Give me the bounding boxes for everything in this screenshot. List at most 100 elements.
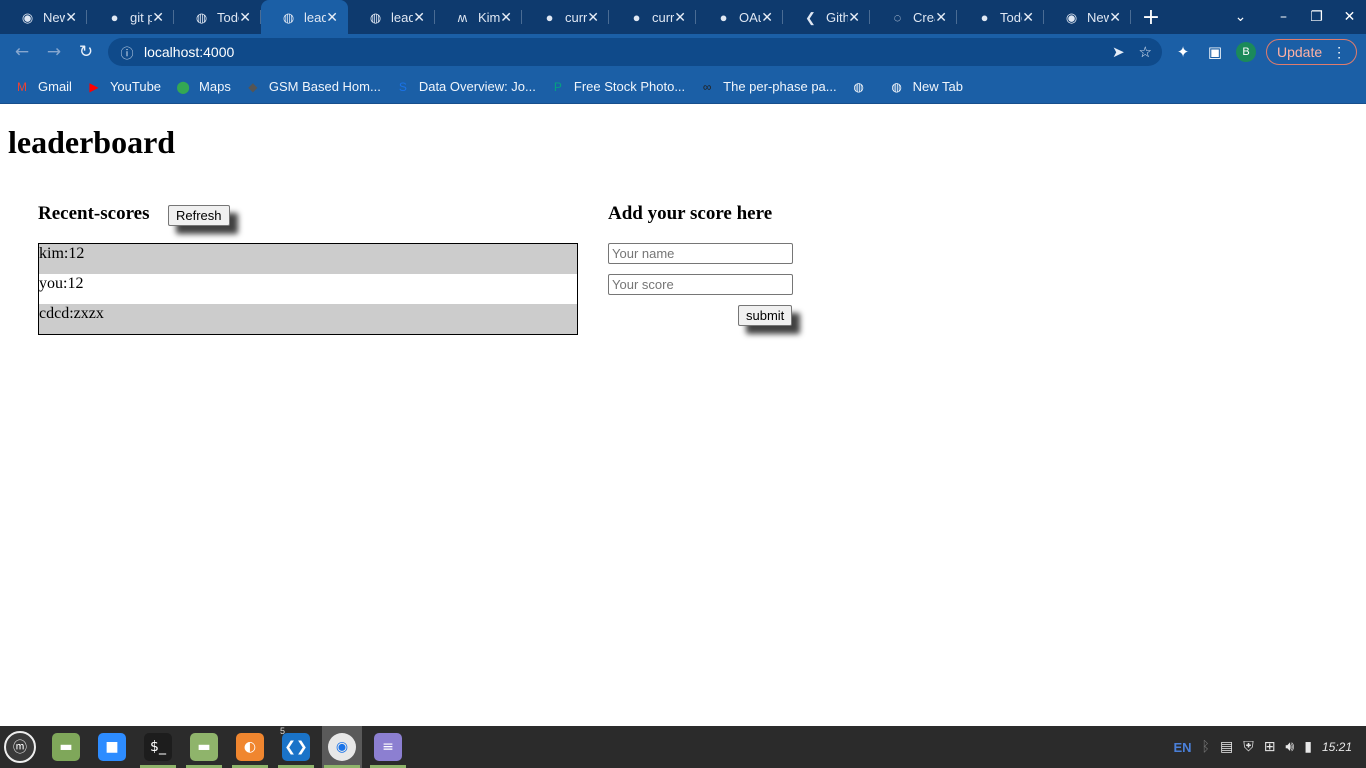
browser-tab[interactable]: ● Todo✕ (957, 0, 1044, 34)
folder-icon: ▬ (190, 733, 218, 761)
menu-kebab-icon: ⋮ (1332, 43, 1347, 60)
tab-close-icon[interactable]: ✕ (152, 9, 164, 26)
side-panel-icon[interactable]: ▣ (1204, 43, 1226, 61)
tab-search-icon[interactable]: ⌄ (1224, 9, 1257, 25)
bookmark-item[interactable]: P Free Stock Photo... (550, 79, 685, 95)
gmail-icon: M (17, 79, 27, 94)
bookmarks-bar: M Gmail ▶ YouTube ⬤ Maps ◆ GSM Based Hom... S Dat… (0, 70, 1366, 104)
taskbar-terminal[interactable]: $_ (138, 726, 178, 768)
window-controls: ⌄ – ❐ ✕ (1224, 0, 1366, 34)
browser-tab[interactable]: ● curr ✕ (522, 0, 609, 34)
tab-title: Kimi (478, 9, 501, 25)
tab-close-icon[interactable]: ✕ (239, 9, 251, 26)
battery-icon[interactable]: ▮ (1304, 739, 1312, 755)
browser-tab[interactable]: ● OAuth✕ (696, 0, 783, 34)
taskbar-files[interactable]: ▬ (46, 726, 86, 768)
clipboard-icon[interactable]: ▤ (1220, 739, 1233, 755)
bookmark-item[interactable]: ∞ The per-phase pa... (699, 79, 837, 95)
browser-tab[interactable]: ◉ New Tab✕ (1044, 0, 1131, 34)
score-input[interactable] (608, 274, 793, 295)
taskbar-text-editor[interactable]: ≡ (368, 726, 408, 768)
tab-title: leaderboard (391, 9, 414, 25)
bookmark-item[interactable]: ◍ New Tab (889, 79, 963, 95)
scores-list: kim:12 you:12 cdcd:zxzx (38, 243, 578, 335)
taskbar-chrome[interactable]: ◉ (322, 726, 362, 768)
browser-tab[interactable]: ◉ New Tab✕ (0, 0, 87, 34)
taskbar-zoom[interactable]: ■ (92, 726, 132, 768)
tab-title: Github (826, 9, 849, 25)
sap-icon: S (398, 79, 407, 94)
tab-title: New Tab (43, 9, 66, 25)
browser-tab[interactable]: ◌ Create✕ (870, 0, 957, 34)
globe-icon: ◍ (853, 79, 864, 94)
bookmark-label: Gmail (38, 79, 72, 94)
score-item: cdcd:zxzx (39, 304, 577, 334)
tab-close-icon[interactable]: ✕ (413, 9, 425, 26)
browser-tab[interactable]: ◍ Todo✕ (174, 0, 261, 34)
infinity-icon: ∞ (702, 79, 712, 94)
vscode-icon: ❮ (805, 9, 816, 25)
shield-icon: ◆ (248, 79, 258, 94)
bluetooth-icon[interactable]: ᛒ (1202, 739, 1210, 755)
tab-close-icon[interactable]: ✕ (761, 9, 773, 26)
tab-title: New Tab (1087, 9, 1110, 25)
github-icon: ● (632, 9, 641, 25)
profile-avatar[interactable]: B (1236, 42, 1256, 62)
browser-tab[interactable]: ● curr ✕ (609, 0, 696, 34)
send-icon[interactable]: ➤ (1112, 43, 1125, 61)
taskbar-firefox[interactable]: ◐ (230, 726, 270, 768)
page-content: leaderboard Recent-scores Refresh kim:12… (0, 104, 1366, 726)
tab-close-icon[interactable]: ✕ (65, 9, 77, 26)
bookmark-item[interactable]: ◆ GSM Based Hom... (245, 79, 381, 95)
update-button[interactable]: Update ⋮ (1266, 39, 1358, 65)
bookmark-item[interactable]: S Data Overview: Jo... (395, 79, 536, 95)
back-arrow-icon[interactable]: ← (6, 42, 38, 62)
extensions-icon[interactable]: ✦ (1172, 43, 1194, 61)
reload-icon[interactable]: ↻ (70, 42, 102, 62)
network-icon[interactable]: ⊞ (1264, 739, 1276, 755)
recent-scores-heading: Recent-scores (38, 203, 150, 224)
close-window-icon[interactable]: ✕ (1333, 9, 1366, 25)
forward-arrow-icon[interactable]: → (38, 42, 70, 62)
tab-close-icon[interactable]: ✕ (326, 9, 338, 26)
bookmark-star-icon[interactable]: ☆ (1139, 43, 1152, 61)
mint-menu-icon: ⓜ (4, 731, 36, 763)
tab-title: curr (652, 9, 675, 25)
tab-close-icon[interactable]: ✕ (1022, 9, 1034, 26)
tab-close-icon[interactable]: ✕ (674, 9, 686, 26)
keyboard-layout[interactable]: EN (1173, 740, 1191, 755)
site-info-icon[interactable]: ⓘ (118, 43, 136, 62)
taskbar-folder[interactable]: ▬ (184, 726, 224, 768)
browser-tab[interactable]: ● git push✕ (87, 0, 174, 34)
browser-toolbar: ← → ↻ ⓘ localhost:4000 ➤ ☆ ✦ ▣ B Update … (0, 34, 1366, 70)
minimize-icon[interactable]: – (1267, 9, 1300, 25)
taskbar-vscode[interactable]: ❮❯ 5 (276, 726, 316, 768)
tab-close-icon[interactable]: ✕ (500, 9, 512, 26)
bookmark-item[interactable]: ▶ YouTube (86, 79, 161, 95)
browser-tab[interactable]: ʍ Kimi✕ (435, 0, 522, 34)
browser-tab[interactable]: ◍ leaderboard✕ (348, 0, 435, 34)
tab-close-icon[interactable]: ✕ (848, 9, 860, 26)
maximize-icon[interactable]: ❐ (1300, 9, 1333, 25)
score-item: kim:12 (39, 244, 577, 274)
browser-tab[interactable]: ❮ Github✕ (783, 0, 870, 34)
tab-title: curr (565, 9, 588, 25)
volume-icon[interactable]: 🔊︎ (1285, 739, 1294, 755)
shield-update-icon[interactable]: ⛨ (1243, 739, 1254, 755)
tab-close-icon[interactable]: ✕ (1109, 9, 1121, 26)
refresh-button[interactable]: Refresh (168, 205, 230, 226)
pexels-icon: P (553, 79, 562, 94)
new-tab-button[interactable]: + (1131, 5, 1171, 30)
name-input[interactable] (608, 243, 793, 264)
bookmark-item[interactable]: ◍ (851, 79, 875, 95)
address-text[interactable]: localhost:4000 (144, 44, 234, 60)
bookmark-item[interactable]: ⬤ Maps (175, 79, 231, 95)
tab-close-icon[interactable]: ✕ (935, 9, 947, 26)
tab-close-icon[interactable]: ✕ (587, 9, 599, 26)
browser-tab[interactable]: ◍ leaderboard✕ (261, 0, 348, 34)
address-bar[interactable]: ⓘ localhost:4000 ➤ ☆ (108, 38, 1162, 66)
bookmark-item[interactable]: M Gmail (14, 79, 72, 95)
clock[interactable]: 15:21 (1322, 740, 1352, 754)
submit-button[interactable]: submit (738, 305, 793, 326)
taskbar-mint-menu[interactable]: ⓜ (0, 726, 40, 768)
